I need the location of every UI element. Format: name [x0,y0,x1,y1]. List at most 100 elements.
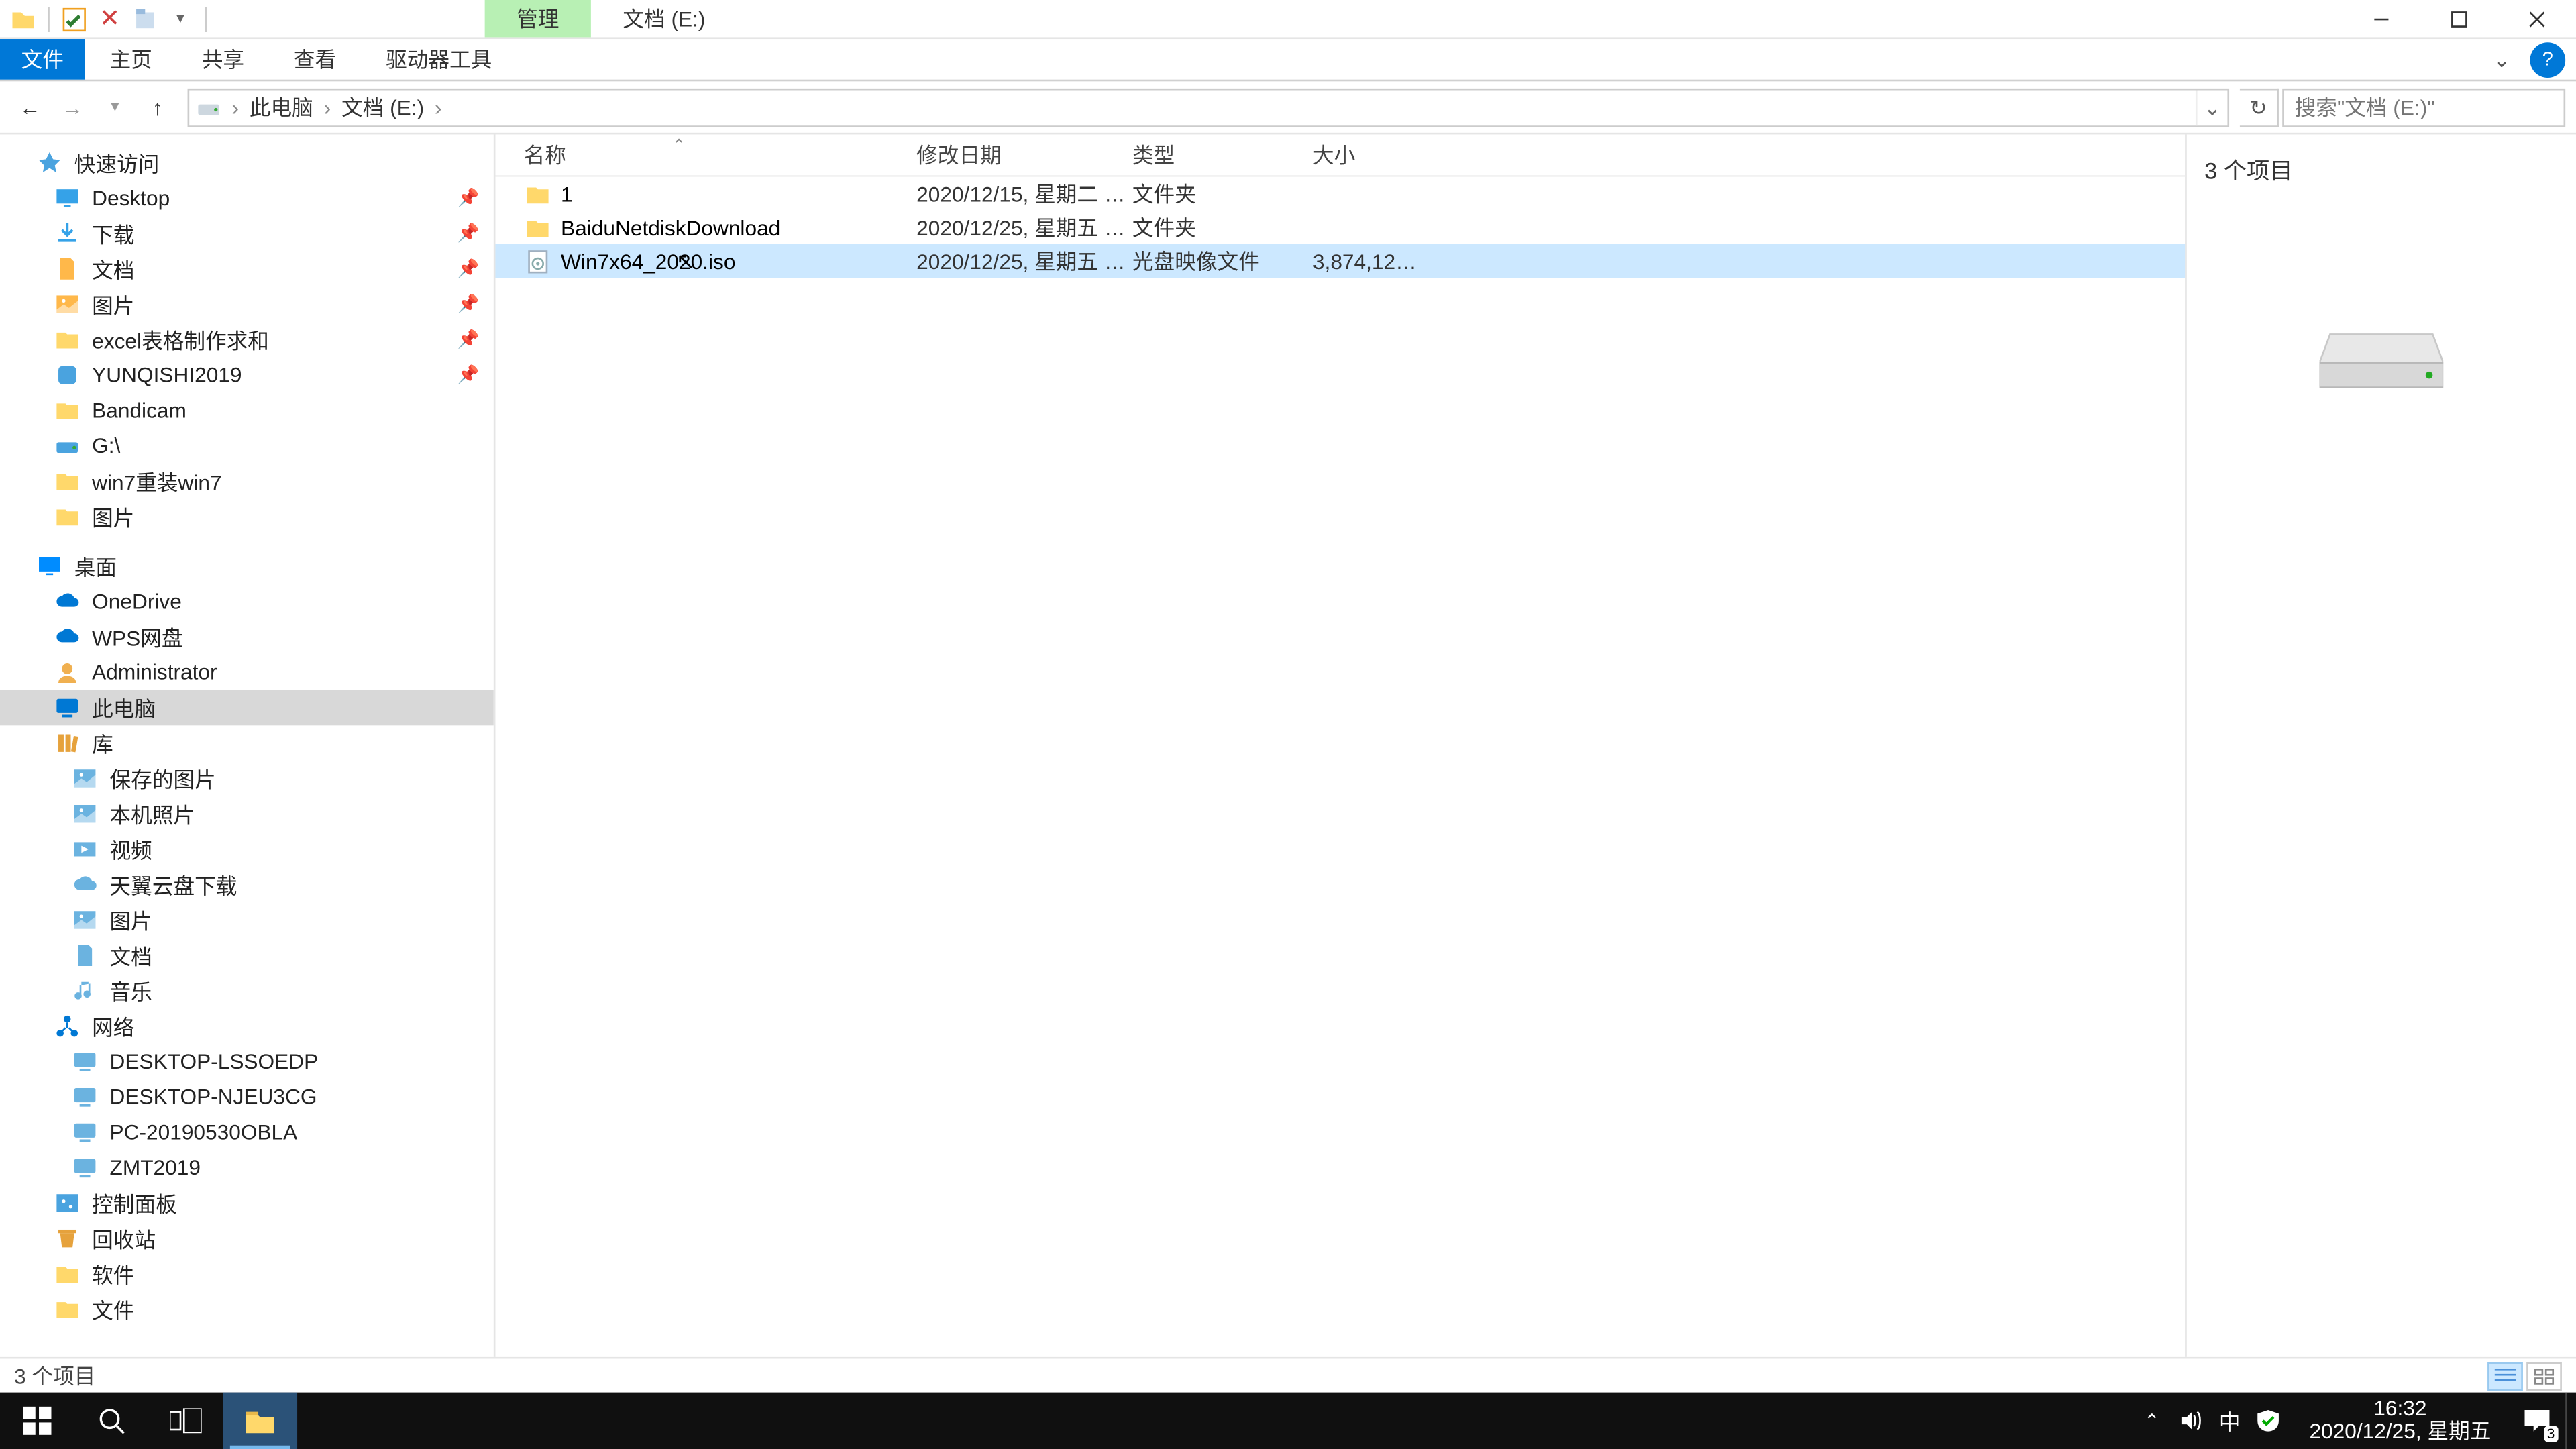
action-center-button[interactable]: 3 [2509,1393,2565,1449]
tree-item-label: excel表格制作求和 [92,325,269,355]
nav-forward-button[interactable]: → [53,88,92,127]
tree-library-item-6[interactable]: 音乐 [0,973,494,1009]
tree-desktop-item-4[interactable]: 库 [0,725,494,761]
search-box[interactable] [2282,88,2565,127]
address-history-dropdown[interactable]: ⌄ [2196,89,2227,125]
tree-quick-access[interactable]: 快速访问 [0,145,494,180]
qat-delete-icon[interactable]: ✕ [94,3,125,34]
tree-network-item-3[interactable]: ZMT2019 [0,1150,494,1185]
title-location: 文档 (E:) [591,0,737,37]
tree-quick-item-9[interactable]: 图片 [0,499,494,535]
tree-quick-item-5[interactable]: YUNQISHI2019📌 [0,358,494,393]
tree-desktop[interactable]: 桌面 [0,549,494,584]
recycle-bin-icon [53,1224,81,1252]
volume-icon[interactable] [2171,1393,2210,1449]
tree-tail-item-0[interactable]: 控制面板 [0,1185,494,1221]
tree-item-label: WPS网盘 [92,622,182,652]
column-header-size[interactable]: 大小 [1285,140,1391,170]
file-row[interactable]: Win7x64_2020.iso2020/12/25, 星期五 1...光盘映像… [495,244,2185,278]
tree-desktop-item-0[interactable]: OneDrive [0,584,494,619]
title-bar: ✕ ▾ 管理 文档 (E:) [0,0,2576,39]
tree-tail-item-2[interactable]: 软件 [0,1256,494,1292]
ribbon-tab-home[interactable]: 主页 [85,39,177,80]
tree-item-label: Administrator [92,660,217,685]
tree-item-label: 文件 [92,1294,134,1324]
ribbon-tabs: 文件 主页 共享 查看 驱动器工具 ⌄ ? [0,39,2576,81]
tree-library-item-0[interactable]: 保存的图片 [0,761,494,796]
help-icon[interactable]: ? [2530,42,2565,78]
ribbon-tab-file[interactable]: 文件 [0,39,85,80]
column-header-row: 名称 ⌃ 修改日期 类型 大小 [495,134,2185,176]
tree-item-label: 图片 [92,289,134,319]
chevron-right-icon[interactable]: › [431,95,445,119]
ribbon-tab-view[interactable]: 查看 [269,39,361,80]
breadcrumb-this-pc[interactable]: 此电脑 [242,92,320,122]
context-tab-manage[interactable]: 管理 [485,0,591,37]
nav-history-dropdown[interactable]: ▾ [95,88,134,127]
nav-back-button[interactable]: ← [11,88,50,127]
qat-properties-icon[interactable] [58,3,90,34]
show-desktop-button[interactable] [2565,1393,2576,1449]
chevron-right-icon[interactable]: › [228,95,242,119]
tree-quick-item-2[interactable]: 文档📌 [0,252,494,287]
folder-icon [53,502,81,531]
tree-quick-item-0[interactable]: Desktop📌 [0,180,494,216]
tree-library-item-3[interactable]: 天翼云盘下载 [0,867,494,902]
file-row[interactable]: BaiduNetdiskDownload2020/12/25, 星期五 1...… [495,211,2185,244]
nav-up-button[interactable]: ↑ [138,88,177,127]
ime-indicator[interactable]: 中 [2210,1393,2249,1449]
tree-tail-item-1[interactable]: 回收站 [0,1221,494,1256]
column-header-date[interactable]: 修改日期 [888,140,1104,170]
tree-item-label: 文档 [110,941,152,971]
view-large-icons-button[interactable] [2526,1361,2562,1389]
tree-network-item-2[interactable]: PC-20190530OBLA [0,1115,494,1150]
music-icon [70,977,99,1005]
column-header-name[interactable]: 名称 ⌃ [495,140,888,170]
tree-quick-item-3[interactable]: 图片📌 [0,286,494,322]
column-header-type[interactable]: 类型 [1104,140,1285,170]
tree-network-item-1[interactable]: DESKTOP-NJEU3CG [0,1079,494,1115]
ribbon-expand-icon[interactable]: ⌄ [2484,39,2520,80]
tree-desktop-item-2[interactable]: Administrator [0,655,494,690]
tree-item-label: Bandicam [92,398,186,423]
task-view-button[interactable] [149,1393,223,1449]
tree-library-item-4[interactable]: 图片 [0,902,494,938]
picture-icon [53,290,81,319]
tree-library-item-2[interactable]: 视频 [0,832,494,867]
tree-tail-item-3[interactable]: 文件 [0,1291,494,1327]
minimize-button[interactable] [2343,0,2420,38]
tree-item-label: DESKTOP-LSSOEDP [110,1049,319,1074]
tree-quick-item-6[interactable]: Bandicam [0,392,494,428]
ribbon-tab-share[interactable]: 共享 [177,39,269,80]
tree-desktop-item-1[interactable]: WPS网盘 [0,619,494,655]
breadcrumb-drive[interactable]: 文档 (E:) [335,92,431,122]
qat-new-folder-icon[interactable] [129,3,161,34]
file-row[interactable]: 12020/12/15, 星期二 1...文件夹 [495,177,2185,211]
cloud-icon [53,623,81,651]
address-bar[interactable]: › 此电脑 › 文档 (E:) › ⌄ [188,88,2230,127]
refresh-button[interactable]: ↻ [2240,88,2279,127]
tree-network[interactable]: 网络 [0,1008,494,1044]
qat-dropdown-icon[interactable]: ▾ [164,3,196,34]
tree-quick-item-8[interactable]: win7重装win7 [0,464,494,499]
taskbar-app-explorer[interactable] [223,1393,297,1449]
tree-library-item-5[interactable]: 文档 [0,938,494,973]
view-details-button[interactable] [2487,1361,2523,1389]
tree-desktop-item-3[interactable]: 此电脑 [0,690,494,726]
tree-quick-item-1[interactable]: 下载📌 [0,216,494,252]
ribbon-tab-drive-tools[interactable]: 驱动器工具 [361,39,517,80]
tree-network-item-0[interactable]: DESKTOP-LSSOEDP [0,1044,494,1079]
pc-icon [70,1154,99,1182]
chevron-right-icon[interactable]: › [320,95,334,119]
search-input[interactable] [2284,95,2576,119]
tree-quick-item-4[interactable]: excel表格制作求和📌 [0,322,494,358]
tree-quick-item-7[interactable]: G:\ [0,428,494,464]
maximize-button[interactable] [2420,0,2498,38]
taskbar-clock[interactable]: 16:32 2020/12/25, 星期五 [2292,1397,2509,1444]
start-button[interactable] [0,1393,74,1449]
security-icon[interactable] [2249,1393,2288,1449]
tree-library-item-1[interactable]: 本机照片 [0,796,494,832]
tray-overflow-icon[interactable]: ⌃ [2133,1393,2171,1449]
taskbar-search-button[interactable] [74,1393,149,1449]
close-button[interactable] [2498,0,2576,38]
